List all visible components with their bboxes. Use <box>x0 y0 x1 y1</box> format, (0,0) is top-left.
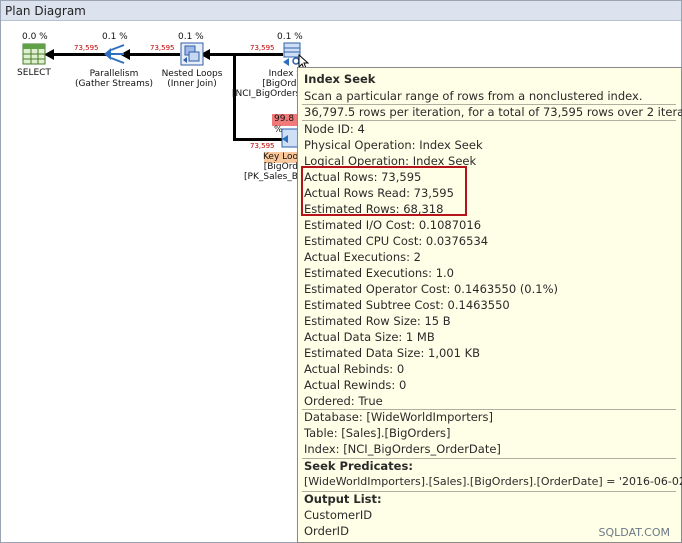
index-seek-label: Index S [BigOrde [NCI_BigOrders_ <box>232 69 302 99</box>
index-seek-label-line3: [NCI_BigOrders_ <box>232 89 302 99</box>
edge-indexseek-nestedloops <box>205 53 283 56</box>
index-seek-cost-pct: 0.1 % <box>277 32 303 42</box>
key-lookup-label-line1: Key Loo <box>262 152 298 162</box>
tooltip-iterations: 36,797.5 rows per iteration, for a total… <box>304 105 682 119</box>
tooltip-property: Actual Executions: 2 <box>304 250 421 264</box>
parallelism-label-line1: Parallelism <box>89 69 139 79</box>
tooltip-property: Ordered: True <box>304 394 383 408</box>
tooltip-seek-value: [WideWorldImporters].[Sales].[BigOrders]… <box>304 475 682 488</box>
tooltip-title: Index Seek <box>304 72 376 86</box>
tooltip-property: Node ID: 4 <box>304 122 365 136</box>
nested-loops-label-line1: Nested Loops <box>161 69 223 79</box>
tooltip-property: Actual Rebinds: 0 <box>304 362 405 376</box>
tooltip-property: Estimated Row Size: 15 B <box>304 314 451 328</box>
edge-keylookup-horizontal <box>233 138 283 141</box>
key-lookup-label: Key Loo [BigOrd [PK_Sales_B <box>232 152 298 182</box>
tooltip-property: Estimated CPU Cost: 0.0376534 <box>304 234 489 248</box>
window-title: Plan Diagram <box>1 1 681 21</box>
parallelism-label: Parallelism (Gather Streams) <box>74 69 154 89</box>
tooltip-object: Database: [WideWorldImporters] <box>304 410 493 424</box>
tooltip-object: Index: [NCI_BigOrders_OrderDate] <box>304 442 501 456</box>
key-lookup-label-line3: [PK_Sales_B <box>244 172 298 182</box>
highlight-box <box>301 166 467 216</box>
select-label: SELECT <box>17 68 51 78</box>
tooltip-property: Estimated Subtree Cost: 0.1463550 <box>304 298 510 312</box>
select-cost-pct: 0.0 % <box>22 32 48 42</box>
tooltip-seek-header: Seek Predicates: <box>304 459 413 473</box>
tooltip-property: Actual Rewinds: 0 <box>304 378 407 392</box>
tooltip-property: Estimated Executions: 1.0 <box>304 266 454 280</box>
tooltip-property: Actual Data Size: 1 MB <box>304 330 435 344</box>
operator-tooltip: Index Seek Scan a particular range of ro… <box>297 67 682 543</box>
edge-rowcount: 73,595 <box>250 44 275 52</box>
tooltip-description: Scan a particular range of rows from a n… <box>304 89 643 103</box>
tooltip-property: Estimated Operator Cost: 0.1463550 (0.1%… <box>304 282 559 296</box>
parallelism-icon[interactable] <box>102 42 126 66</box>
tooltip-separator <box>302 120 676 121</box>
index-seek-label-line2: [BigOrde <box>262 79 302 89</box>
key-lookup-label-line2: [BigOrd <box>263 162 298 172</box>
nested-loops-label: Nested Loops (Inner Join) <box>152 69 232 89</box>
edge-rowcount: 73,595 <box>150 44 175 52</box>
index-seek-label-line1: Index S <box>268 69 302 79</box>
watermark: SQLDAT.COM <box>598 526 670 539</box>
key-lookup-cost-pct: 99.8 % <box>272 114 298 135</box>
parallelism-label-line2: (Gather Streams) <box>74 79 154 89</box>
tooltip-object: Table: [Sales].[BigOrders] <box>304 426 451 440</box>
parallelism-cost-pct: 0.1 % <box>102 32 128 42</box>
nested-loops-cost-pct: 0.1 % <box>178 32 204 42</box>
edge-nestedloops-parallelism <box>126 53 180 56</box>
nested-loops-icon[interactable] <box>180 42 204 66</box>
edge-parallelism-select <box>50 53 108 56</box>
edge-rowcount: 73,595 <box>74 44 99 52</box>
tooltip-property: Estimated Data Size: 1,001 KB <box>304 346 481 360</box>
tooltip-property: Estimated I/O Cost: 0.1087016 <box>304 218 482 232</box>
nested-loops-label-line2: (Inner Join) <box>167 79 217 89</box>
tooltip-output-header: Output List: <box>304 492 382 506</box>
tooltip-output-item: CustomerID <box>304 508 373 522</box>
select-table-icon[interactable] <box>22 43 46 65</box>
edge-rowcount: 73,595 <box>250 142 275 150</box>
tooltip-output-item: OrderID <box>304 524 349 538</box>
tooltip-property: Physical Operation: Index Seek <box>304 138 483 152</box>
